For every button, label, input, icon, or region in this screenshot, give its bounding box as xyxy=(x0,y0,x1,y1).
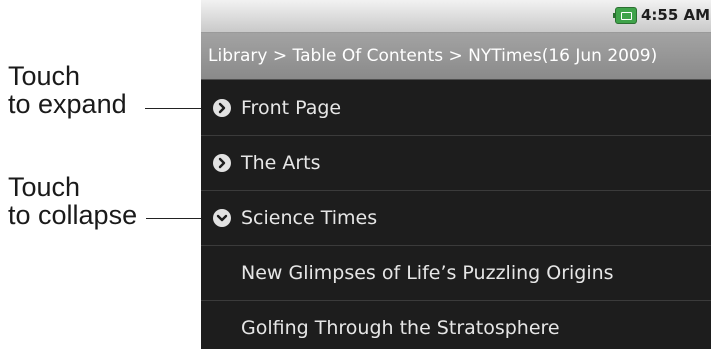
device-screen: 4:55 AM Library > Table Of Contents > NY… xyxy=(201,0,711,349)
toc-article-item[interactable]: New Glimpses of Life’s Puzzling Origins xyxy=(201,246,711,301)
expand-callout-line2: to expand xyxy=(8,89,127,119)
status-time: 4:55 AM xyxy=(641,6,711,24)
toc-article-label: New Glimpses of Life’s Puzzling Origins xyxy=(241,262,614,284)
toc-item-label: Science Times xyxy=(241,207,378,229)
expand-leader-line xyxy=(145,108,202,109)
chevron-right-circle-icon[interactable] xyxy=(213,154,231,172)
collapse-leader-line xyxy=(146,218,202,219)
status-bar: 4:55 AM xyxy=(201,0,711,33)
toc-section-the-arts[interactable]: The Arts xyxy=(201,136,711,191)
breadcrumb[interactable]: Library > Table Of Contents > NYTimes(16… xyxy=(201,33,711,80)
toc-article-label: Golfing Through the Stratosphere xyxy=(241,317,560,339)
collapse-callout-line1: Touch xyxy=(8,172,81,202)
toc-section-front-page[interactable]: Front Page xyxy=(201,81,711,136)
toc-article-item[interactable]: Golfing Through the Stratosphere xyxy=(201,301,711,349)
collapse-callout: Touch to collapse xyxy=(8,173,137,229)
toc-section-science-times[interactable]: Science Times xyxy=(201,191,711,246)
chevron-right-circle-icon[interactable] xyxy=(213,99,231,117)
toc-item-label: The Arts xyxy=(241,152,321,174)
expand-callout-line1: Touch xyxy=(8,61,81,91)
battery-charging-icon xyxy=(613,7,637,24)
collapse-callout-line2: to collapse xyxy=(8,200,138,230)
chevron-down-circle-icon[interactable] xyxy=(213,209,231,227)
expand-callout: Touch to expand xyxy=(8,62,127,118)
table-of-contents-list: Front Page The Arts Science Times New Gl… xyxy=(201,81,711,349)
toc-item-label: Front Page xyxy=(241,97,342,119)
